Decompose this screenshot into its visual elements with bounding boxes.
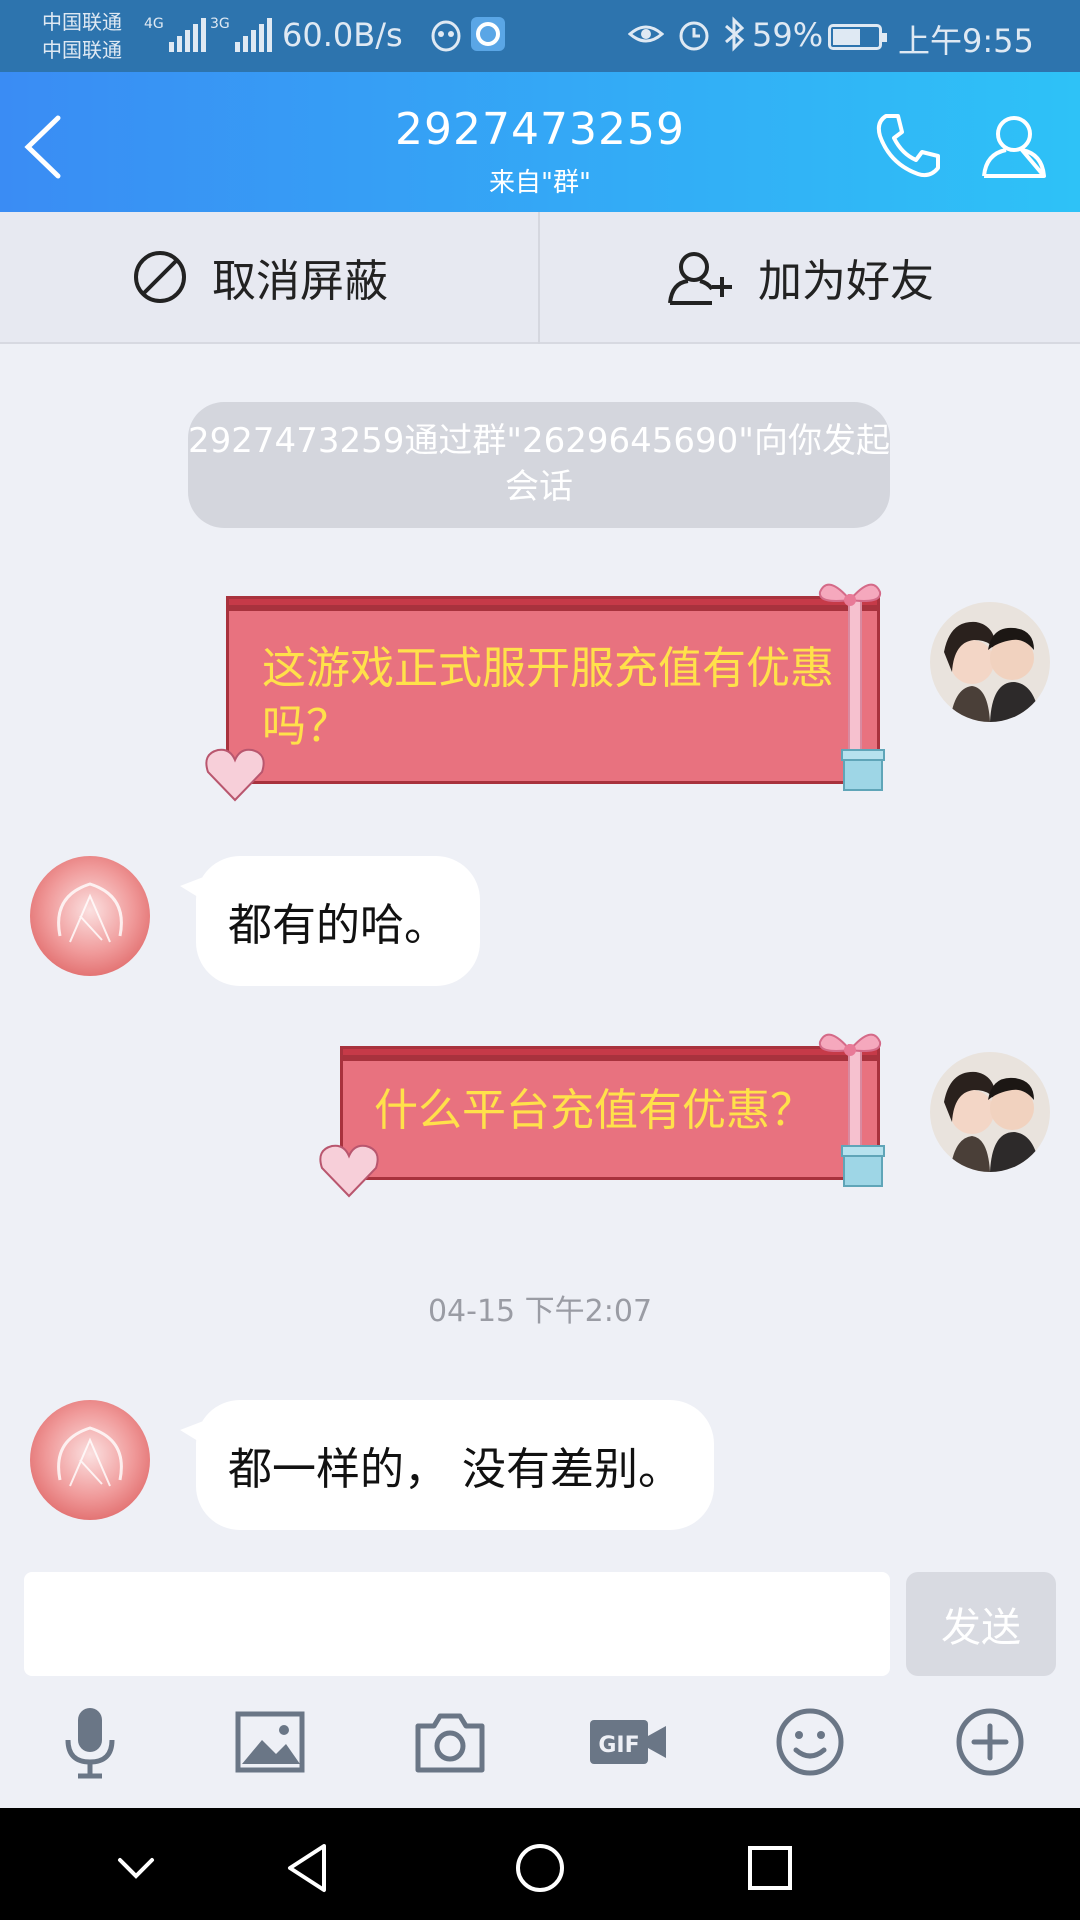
eye-icon — [628, 25, 664, 43]
status-bar: 中国联通 中国联通 4G 3G 60.0B/s 59% 上午9:55 — [0, 0, 1080, 72]
heart-sticker-icon — [319, 1144, 379, 1198]
system-nav-bar — [0, 1808, 1080, 1920]
owl-notification-icon — [431, 20, 461, 52]
bluetooth-icon — [725, 16, 745, 52]
nav-home-icon[interactable] — [510, 1838, 570, 1898]
chat-header: 2927473259 来自"群" — [0, 72, 1080, 212]
gift-box-icon — [841, 1145, 885, 1187]
network-type-1: 4G — [144, 16, 164, 32]
net-speed: 60.0B/s — [282, 16, 403, 54]
message-text: 都有的哈。 — [228, 900, 448, 951]
sent-message-bubble[interactable]: 这游戏正式服开服充值有优惠吗？ — [205, 583, 885, 802]
status-time: 上午9:55 — [898, 22, 1034, 60]
message-input[interactable] — [24, 1572, 890, 1676]
carrier-names: 中国联通 中国联通 — [42, 8, 122, 64]
my-avatar[interactable] — [930, 602, 1050, 722]
message-text: 都一样的， 没有差别。 — [228, 1444, 682, 1495]
unblock-button[interactable]: 取消屏蔽 — [130, 212, 388, 342]
gift-bow-icon — [818, 1033, 882, 1056]
phone-call-button[interactable] — [870, 108, 946, 184]
network-type-2: 3G — [210, 16, 230, 32]
plus-icon[interactable] — [950, 1702, 1030, 1782]
microphone-icon[interactable] — [50, 1702, 130, 1782]
gif-icon[interactable]: GIF — [588, 1702, 668, 1782]
emoji-icon[interactable] — [770, 1702, 850, 1782]
received-message-bubble[interactable]: 都一样的， 没有差别。 — [180, 1400, 714, 1530]
nav-back-icon[interactable] — [280, 1838, 340, 1898]
signal-4g-icon: 4G — [144, 16, 206, 52]
profile-button[interactable] — [976, 108, 1052, 184]
alarm-icon — [679, 21, 709, 51]
sender-avatar[interactable] — [30, 856, 150, 976]
carrier-2: 中国联通 — [42, 38, 122, 62]
heart-sticker-icon — [205, 748, 265, 802]
unblock-label: 取消屏蔽 — [212, 256, 388, 307]
block-icon — [134, 251, 186, 303]
action-divider — [538, 212, 540, 344]
sender-avatar[interactable] — [30, 1400, 150, 1520]
system-notice: 2927473259通过群"2629645690"向你发起会话 — [188, 402, 890, 528]
browser-app-icon — [471, 17, 505, 51]
image-icon[interactable] — [230, 1702, 310, 1782]
camera-icon[interactable] — [410, 1702, 490, 1782]
nav-recents-icon[interactable] — [740, 1838, 800, 1898]
battery-icon — [828, 24, 887, 50]
send-button[interactable]: 发送 — [906, 1572, 1056, 1676]
message-timestamp: 04-15 下午2:07 — [427, 1294, 653, 1329]
stranger-action-bar: 取消屏蔽 加为好友 — [0, 212, 1080, 344]
add-friend-label: 加为好友 — [758, 256, 934, 307]
add-friend-button[interactable]: 加为好友 — [666, 212, 934, 342]
gift-bow-icon — [818, 583, 882, 606]
add-user-icon — [668, 252, 732, 305]
gift-box-icon — [841, 749, 885, 791]
battery-percent: 59% — [752, 16, 824, 54]
message-text: 这游戏正式服开服充值有优惠吗？ — [262, 643, 834, 752]
signal-3g-icon: 3G — [210, 16, 272, 52]
message-text: 什么平台充值有优惠？ — [374, 1085, 814, 1136]
svg-text:GIF: GIF — [598, 1733, 639, 1758]
my-avatar[interactable] — [930, 1052, 1050, 1172]
sent-message-bubble[interactable]: 什么平台充值有优惠？ — [319, 1033, 885, 1198]
chevron-down-icon[interactable] — [106, 1838, 166, 1898]
input-bar: 发送 GIF — [0, 1556, 1080, 1812]
received-message-bubble[interactable]: 都有的哈。 — [180, 856, 480, 986]
carrier-1: 中国联通 — [42, 10, 122, 34]
